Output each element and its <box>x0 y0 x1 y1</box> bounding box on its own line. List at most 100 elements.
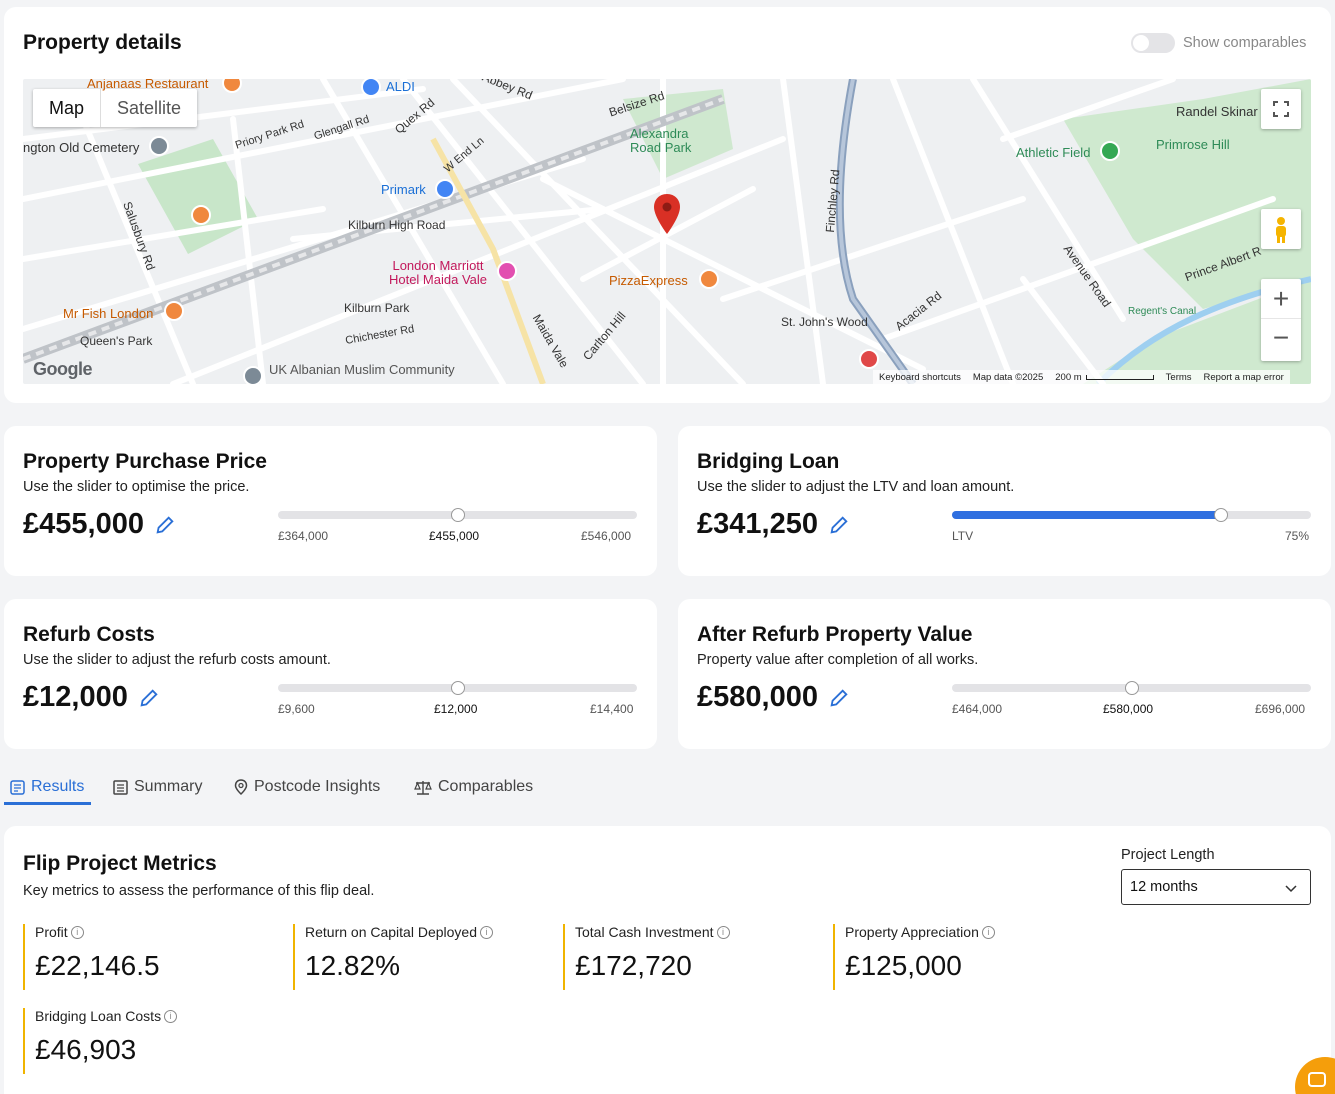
flip-metrics-subtitle: Key metrics to assess the performance of… <box>23 883 375 899</box>
slider-max-label: £546,000 <box>581 529 632 543</box>
map-label: Primrose Hill <box>1156 137 1230 152</box>
map-label: St. John's Wood <box>781 315 868 329</box>
fullscreen-button[interactable] <box>1261 89 1301 129</box>
metric-value: £22,146.5 <box>35 950 160 981</box>
edit-pencil-icon[interactable] <box>828 687 850 709</box>
zoom-control: + − <box>1261 279 1301 361</box>
metric-profit: Profit i £22,146.5 <box>23 924 160 990</box>
tab-comparables[interactable]: Comparables <box>414 778 533 796</box>
slider-max-label: £696,000 <box>1255 702 1306 716</box>
metric-value: £125,000 <box>845 950 962 981</box>
chat-icon <box>1308 1072 1326 1087</box>
map-view[interactable]: Map Satellite + − Anjanaas Restaurant AL… <box>23 79 1311 384</box>
property-marker-icon[interactable] <box>654 194 680 234</box>
summary-icon <box>113 779 128 795</box>
bridging-loan-subtitle: Use the slider to adjust the LTV and loa… <box>697 479 1015 495</box>
bridging-loan-amount: £341,250 <box>697 508 818 540</box>
map-label: Athletic Field <box>1016 145 1091 160</box>
ltv-slider[interactable] <box>952 508 1311 522</box>
info-icon[interactable]: i <box>164 1009 178 1023</box>
map-tab-satellite[interactable]: Satellite <box>101 89 197 127</box>
restaurant-poi-icon[interactable] <box>191 205 211 225</box>
metric-total-cash-investment: Total Cash Investment i £172,720 <box>563 924 730 990</box>
tab-results[interactable]: Results <box>10 778 84 796</box>
restaurant-poi-icon[interactable] <box>164 301 184 321</box>
info-icon[interactable]: i <box>480 925 493 939</box>
project-length-select[interactable]: 12 months <box>1121 869 1311 905</box>
refurb-costs-slider[interactable] <box>278 681 637 695</box>
map-label: Queen's Park <box>80 334 153 348</box>
map-label: ngton Old Cemetery <box>23 140 140 155</box>
tab-results-underline <box>4 802 91 805</box>
pegman-icon <box>1276 217 1286 243</box>
slider-thumb[interactable] <box>450 508 465 522</box>
zoom-out-button[interactable]: − <box>1261 319 1301 359</box>
slider-thumb[interactable] <box>1124 681 1139 695</box>
edit-pencil-icon[interactable] <box>154 514 176 536</box>
mosque-poi-icon[interactable] <box>243 366 263 384</box>
refurb-costs-value: £12,000 <box>23 681 160 714</box>
map-label: Kilburn Park <box>344 301 410 315</box>
map-label: Alexandra Road Park <box>630 126 692 155</box>
map-scale: 200 m <box>1055 372 1154 383</box>
google-logo: Google <box>33 359 93 379</box>
map-label: PizzaExpress <box>609 273 688 288</box>
map-type-control: Map Satellite <box>33 89 198 127</box>
bridging-loan-title: Bridging Loan <box>697 450 840 473</box>
tab-summary[interactable]: Summary <box>113 778 202 796</box>
map-label: London Marriott Hotel Maida Vale <box>388 258 488 287</box>
restaurant-poi-icon[interactable] <box>699 269 719 289</box>
slider-max-label: £14,400 <box>590 702 634 716</box>
map-data-text: Map data ©2025 <box>972 371 1044 383</box>
scales-icon <box>414 780 432 795</box>
map-label: UK Albanian Muslim Community <box>269 362 455 377</box>
show-comparables-label: Show comparables <box>1183 35 1307 51</box>
after-refurb-value: £580,000 <box>697 681 850 714</box>
report-map-error-link[interactable]: Report a map error <box>1204 372 1284 383</box>
slider-min-label: £9,600 <box>278 702 315 716</box>
cemetery-poi-icon[interactable] <box>149 136 169 156</box>
terms-link[interactable]: Terms <box>1166 372 1192 383</box>
metric-roce: Return on Capital Deployed i 12.82% <box>293 924 493 990</box>
show-comparables-toggle[interactable] <box>1131 33 1175 53</box>
edit-pencil-icon[interactable] <box>828 514 850 536</box>
bridging-loan-card <box>678 426 1331 576</box>
purchase-price-value: £455,000 <box>23 508 176 541</box>
park-poi-icon[interactable] <box>1100 141 1120 161</box>
map-tab-map[interactable]: Map <box>33 89 102 127</box>
refurb-costs-amount: £12,000 <box>23 681 128 713</box>
info-icon[interactable]: i <box>981 925 995 939</box>
metric-bridging-loan-costs: Bridging Loan Costs i £46,903 <box>23 1008 178 1074</box>
map-label: Kilburn High Road <box>348 218 446 232</box>
info-icon[interactable]: i <box>716 925 730 939</box>
fullscreen-icon <box>1273 101 1289 117</box>
after-refurb-slider[interactable] <box>952 681 1311 695</box>
slider-min-label: £464,000 <box>952 702 1003 716</box>
shop-poi-icon[interactable] <box>435 179 455 199</box>
ltv-label: LTV <box>952 529 974 543</box>
keyboard-shortcuts-link[interactable]: Keyboard shortcuts <box>879 372 961 383</box>
edit-pencil-icon[interactable] <box>138 687 160 709</box>
project-length-label: Project Length <box>1121 847 1215 863</box>
zoom-in-button[interactable]: + <box>1261 279 1301 319</box>
tab-postcode-insights[interactable]: Postcode Insights <box>234 778 380 796</box>
hospital-poi-icon[interactable] <box>859 349 879 369</box>
hotel-poi-icon[interactable] <box>497 261 517 281</box>
purchase-price-card <box>4 426 657 576</box>
info-icon[interactable]: i <box>70 925 84 939</box>
slider-mid-label: £580,000 <box>1103 702 1154 716</box>
map-label: Regent's Canal <box>1128 306 1197 317</box>
results-icon <box>10 779 25 795</box>
property-details-title: Property details <box>23 31 182 54</box>
purchase-price-slider[interactable] <box>278 508 637 522</box>
metric-property-appreciation: Property Appreciation i £125,000 <box>833 924 995 990</box>
slider-mid-label: £12,000 <box>434 702 478 716</box>
purchase-price-title: Property Purchase Price <box>23 450 267 473</box>
ltv-percent: 75% <box>1285 529 1310 543</box>
bridging-loan-value: £341,250 <box>697 508 850 541</box>
map-footer: Keyboard shortcuts Map data ©2025 200 m … <box>873 370 1290 384</box>
street-view-button[interactable] <box>1261 209 1301 249</box>
slider-thumb[interactable] <box>450 681 465 695</box>
metric-value: 12.82% <box>305 950 400 981</box>
map-label: Mr Fish London <box>63 306 154 321</box>
